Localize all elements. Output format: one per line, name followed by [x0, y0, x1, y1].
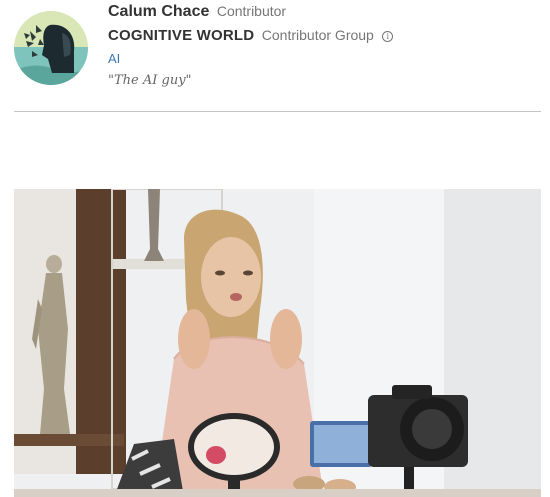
avatar-image [14, 11, 88, 85]
topic-link[interactable]: AI [108, 51, 120, 66]
author-tagline: "The AI guy" [108, 73, 192, 88]
header-divider [14, 111, 541, 112]
group-name-link[interactable]: COGNITIVE WORLD [108, 27, 254, 44]
author-role-label: Contributor [216, 3, 287, 19]
author-avatar[interactable] [14, 11, 88, 85]
group-role-label: Contributor Group [261, 27, 374, 43]
author-name-link[interactable]: Calum Chace [108, 3, 209, 20]
info-icon[interactable]: i [382, 31, 394, 42]
author-header: Calum Chace Contributor COGNITIVE WORLD … [0, 0, 550, 112]
contributor-group-row: COGNITIVE WORLD Contributor Group i [108, 27, 394, 45]
hero-image [14, 189, 541, 497]
hero-photo [14, 189, 541, 497]
author-name-row: Calum Chace Contributor [108, 3, 286, 21]
